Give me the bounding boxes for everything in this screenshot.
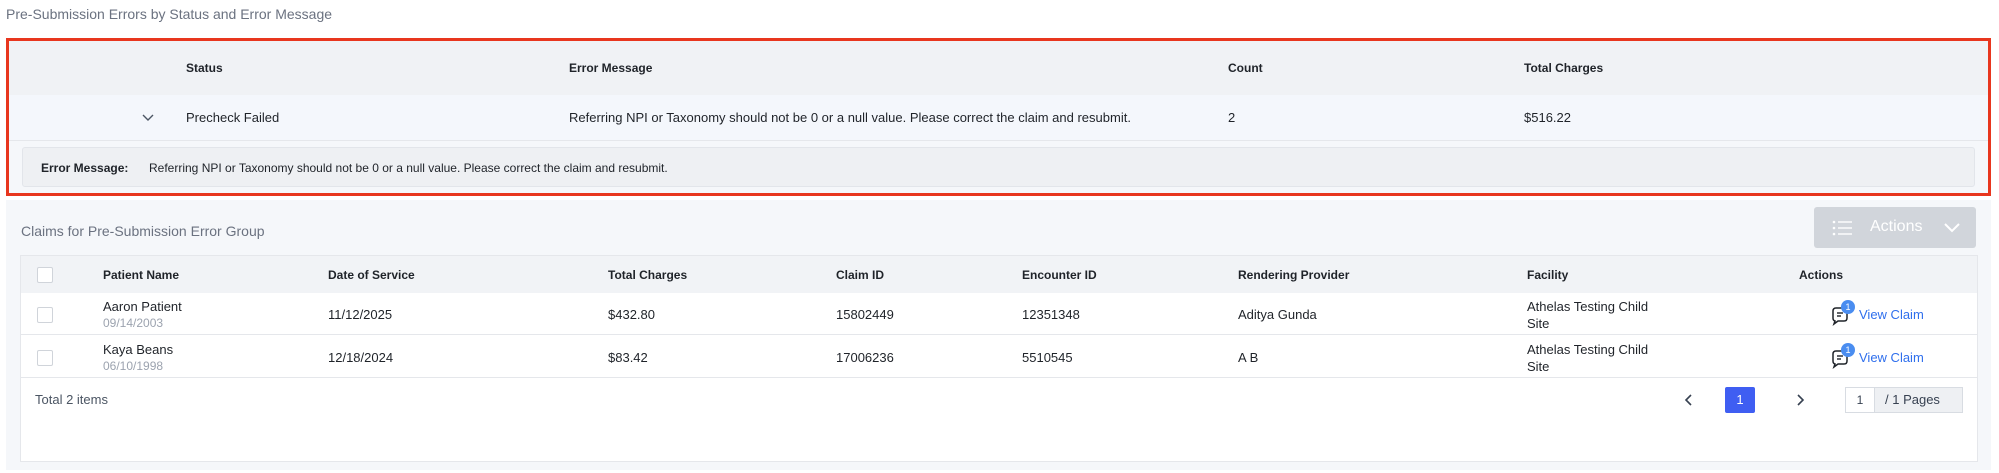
row-error-message: Referring NPI or Taxonomy should not be … [569, 110, 1131, 125]
view-claim-link[interactable]: View Claim [1859, 307, 1924, 322]
claim-id: 15802449 [836, 307, 894, 322]
row-checkbox[interactable] [37, 307, 53, 323]
row-total-charges: $516.22 [1524, 110, 1571, 125]
actions-button[interactable]: Actions [1814, 207, 1976, 248]
patient-name[interactable]: Kaya Beans [103, 342, 173, 357]
pagination-bar: Total 2 items 1 1 / 1 Pages [21, 379, 1977, 423]
encounter-id: 5510545 [1022, 350, 1073, 365]
error-group-row[interactable]: Precheck Failed Referring NPI or Taxonom… [9, 95, 1988, 141]
date-of-service: 11/12/2025 [328, 307, 393, 322]
actions-header: Actions [1799, 268, 1844, 282]
error-message-label: Error Message: [41, 161, 129, 175]
patient-name[interactable]: Aaron Patient [103, 299, 182, 314]
page-button-current[interactable]: 1 [1725, 387, 1755, 413]
actions-button-label: Actions [1870, 218, 1923, 235]
date-of-service: 12/18/2024 [328, 350, 394, 365]
notification-badge: 1 [1841, 300, 1855, 314]
claim-id: 17006236 [836, 350, 894, 365]
table-row[interactable]: Kaya Beans 06/10/1998 12/18/2024 $83.42 … [21, 336, 1977, 378]
date-of-service-header: Date of Service [328, 268, 415, 282]
row-status: Precheck Failed [186, 110, 280, 125]
row-checkbox[interactable] [37, 350, 53, 366]
encounter-id-header: Encounter ID [1022, 268, 1097, 282]
encounter-id: 12351348 [1022, 307, 1080, 322]
error-group-table: Status Error Message Count Total Charges… [6, 38, 1991, 196]
total-charges-header: Total Charges [1524, 61, 1604, 75]
rendering-provider-header: Rendering Provider [1238, 268, 1350, 282]
rendering-provider: A B [1238, 350, 1259, 365]
chevron-down-icon[interactable] [140, 109, 156, 125]
view-claim-link[interactable]: View Claim [1859, 350, 1924, 365]
section-title: Pre-Submission Errors by Status and Erro… [6, 6, 333, 22]
select-all-checkbox[interactable] [37, 267, 53, 283]
chevron-right-icon[interactable] [1792, 392, 1808, 408]
chevron-left-icon[interactable] [1681, 392, 1697, 408]
total-charges: $432.80 [608, 307, 655, 322]
expanded-error-detail: Error Message: Referring NPI or Taxonomy… [22, 147, 1975, 187]
claims-section: Claims for Pre-Submission Error Group Ac… [6, 200, 1991, 470]
facility-line1: Athelas Testing Child [1527, 342, 1649, 357]
table-row[interactable]: Aaron Patient 09/14/2003 11/12/2025 $432… [21, 293, 1977, 335]
error-group-header: Status Error Message Count Total Charges [9, 41, 1988, 95]
status-header: Status [186, 61, 223, 75]
rendering-provider: Aditya Gunda [1238, 307, 1317, 322]
facility-header: Facility [1527, 268, 1569, 282]
patient-name-header: Patient Name [103, 268, 180, 282]
claims-title: Claims for Pre-Submission Error Group [21, 223, 265, 239]
list-icon [1832, 220, 1852, 236]
chevron-down-icon [1944, 223, 1960, 233]
facility-line2: Site [1527, 316, 1550, 331]
claims-table: Patient Name Date of Service Total Charg… [20, 255, 1978, 462]
claims-table-header: Patient Name Date of Service Total Charg… [21, 256, 1977, 293]
error-message-header: Error Message [569, 61, 653, 75]
error-message-value: Referring NPI or Taxonomy should not be … [149, 161, 668, 175]
patient-dob: 06/10/1998 [103, 359, 164, 373]
total-charges: $83.42 [608, 350, 648, 365]
facility-line2: Site [1527, 359, 1550, 374]
claim-id-header: Claim ID [836, 268, 885, 282]
patient-dob: 09/14/2003 [103, 316, 164, 330]
count-header: Count [1228, 61, 1263, 75]
page-jump-input[interactable]: 1 [1845, 387, 1875, 413]
pages-label: / 1 Pages [1875, 387, 1963, 413]
facility-line1: Athelas Testing Child [1527, 299, 1649, 314]
total-items: Total 2 items [35, 392, 108, 407]
row-count: 2 [1228, 110, 1236, 125]
total-charges-header: Total Charges [608, 268, 688, 282]
notification-badge: 1 [1841, 343, 1855, 357]
